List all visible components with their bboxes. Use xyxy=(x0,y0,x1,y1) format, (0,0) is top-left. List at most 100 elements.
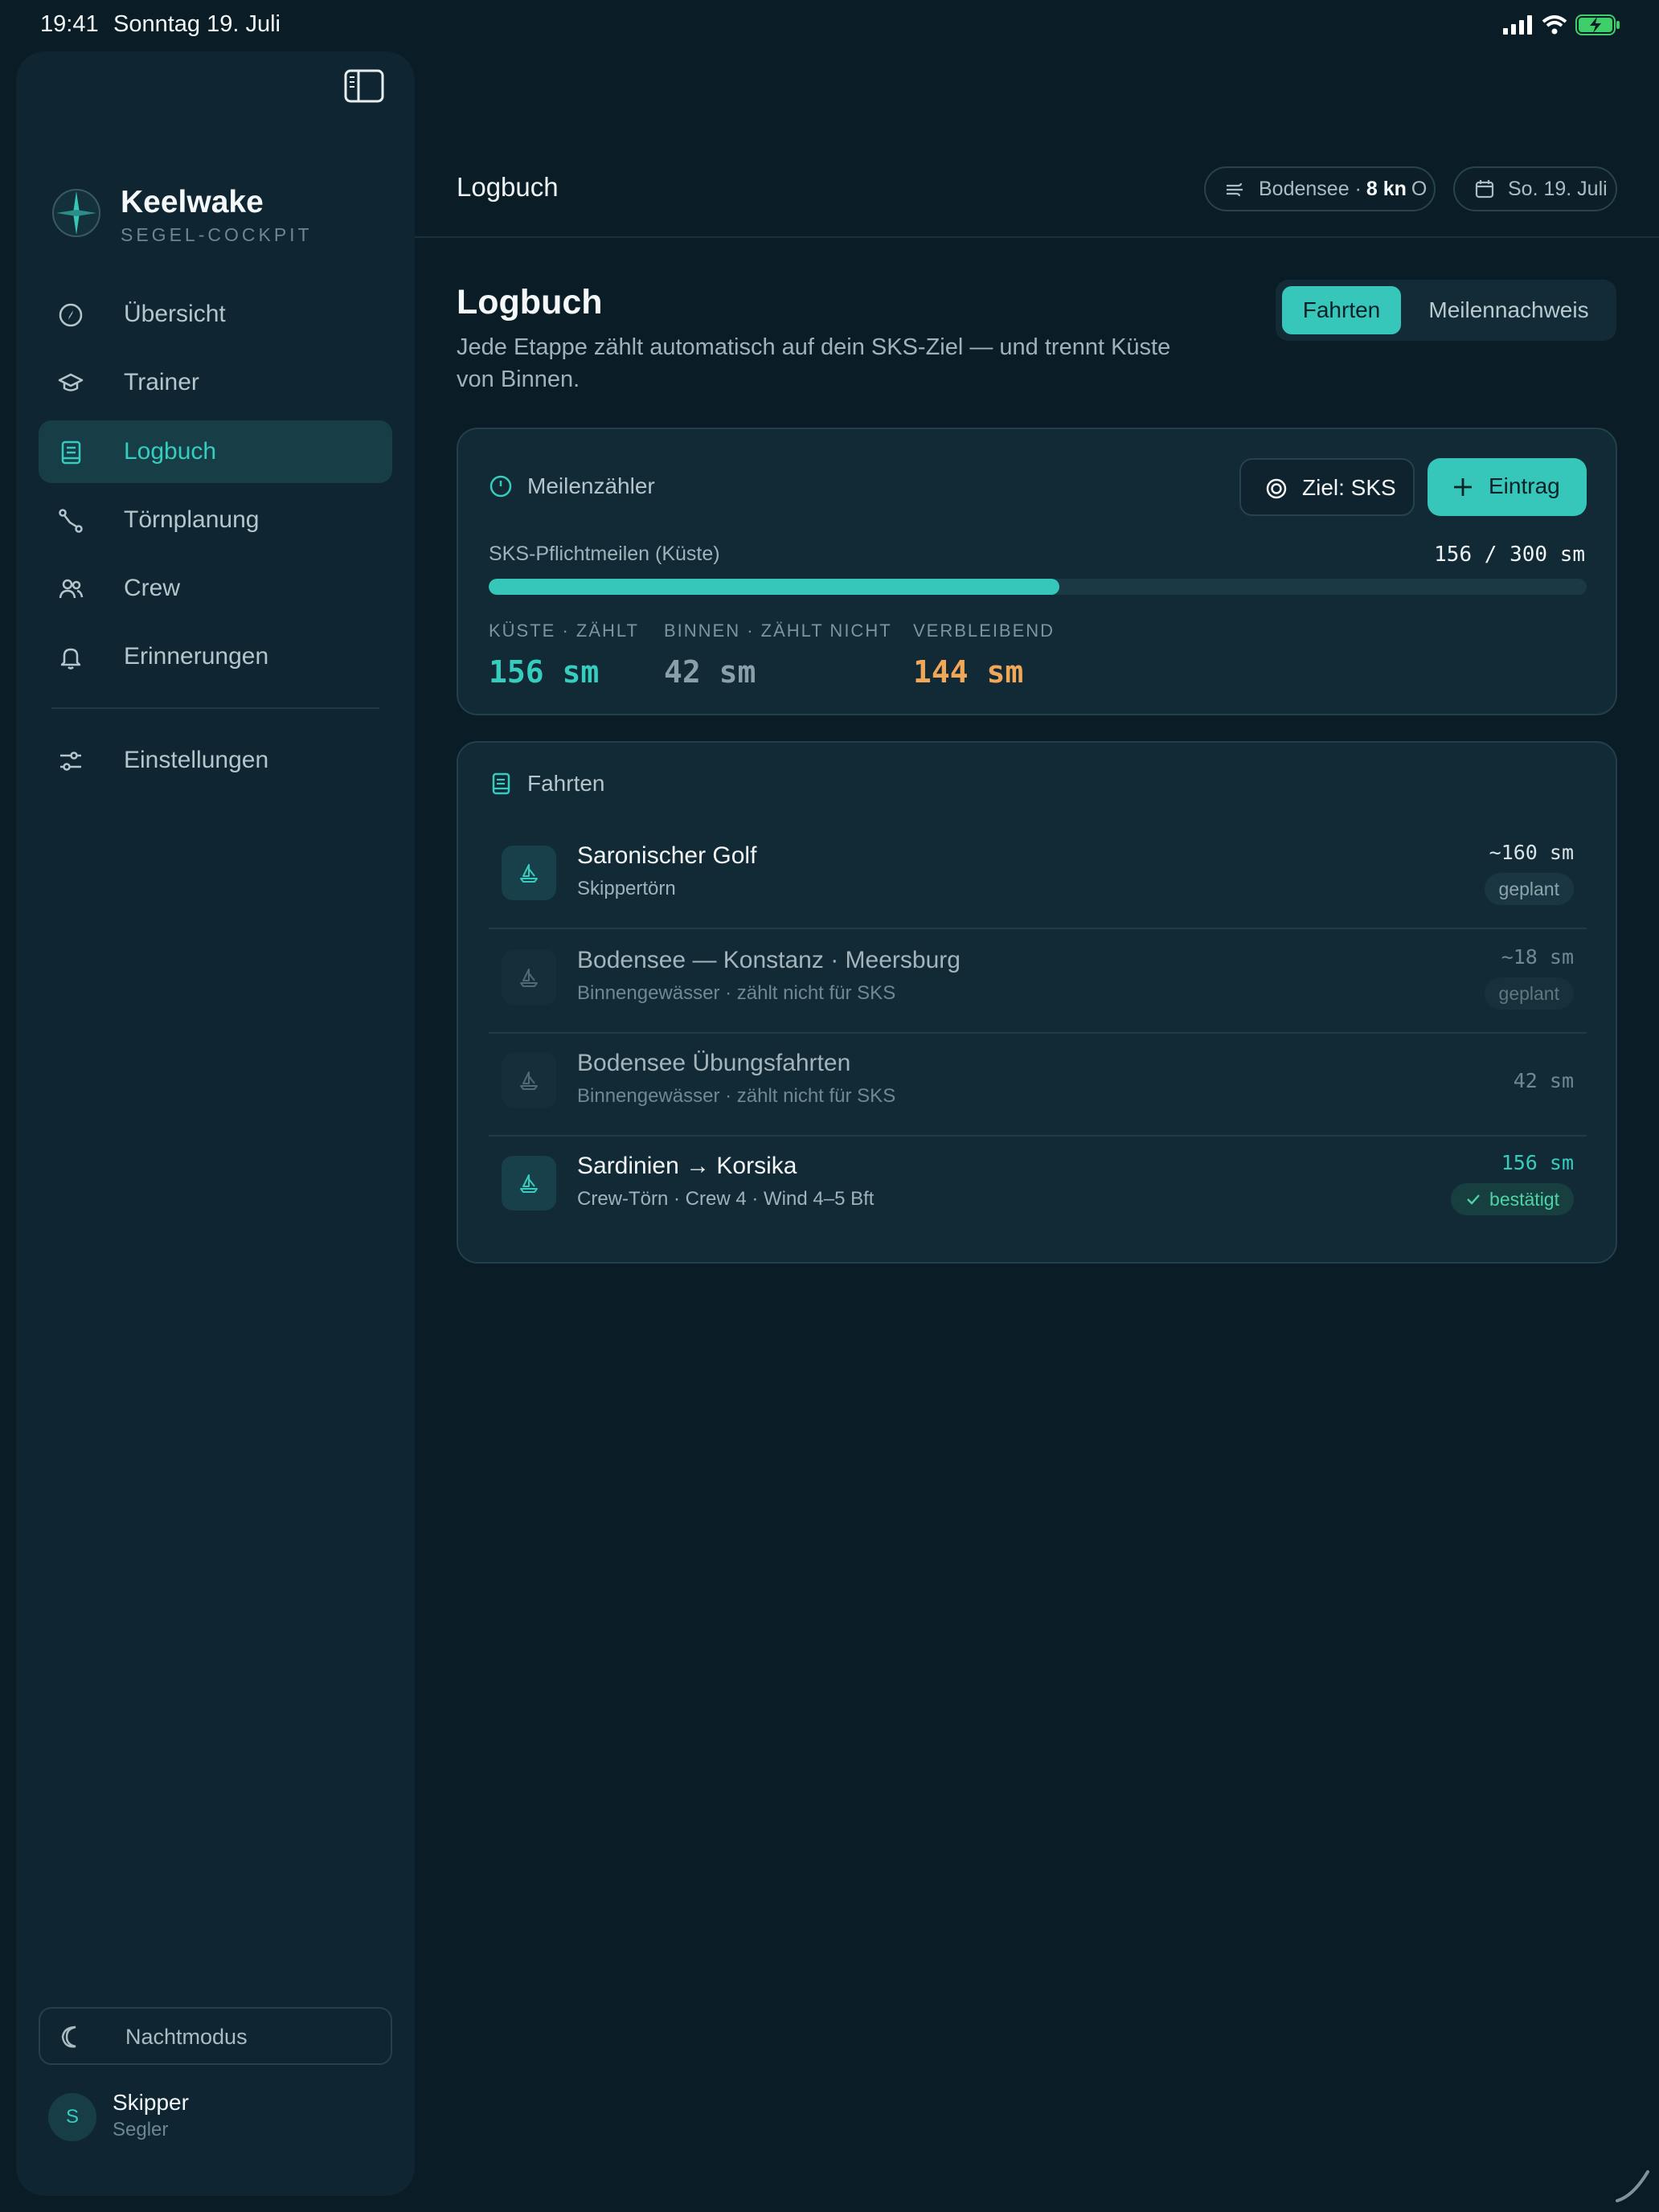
check-icon xyxy=(1467,1194,1480,1205)
tab-meilennachweis[interactable]: Meilennachweis xyxy=(1407,286,1610,334)
trip-icon-box xyxy=(502,846,556,900)
sidebar: Keelwake SEGEL-COCKPIT Übersicht Trainer… xyxy=(16,51,415,2196)
trips-card: Fahrten Saronischer Golf Skippertörn ~16… xyxy=(457,741,1617,1264)
progress-bar-fill xyxy=(489,579,1060,595)
page-title: Logbuch xyxy=(457,283,603,322)
target-icon xyxy=(1266,478,1287,499)
sidebar-item-label: Törnplanung xyxy=(124,506,260,533)
sidebar-item-label: Trainer xyxy=(124,369,199,395)
status-icons xyxy=(1503,14,1620,35)
brand-subtitle: SEGEL-COCKPIT xyxy=(121,224,313,245)
sidebar-item-einstellungen[interactable]: Einstellungen xyxy=(39,729,392,792)
route-icon xyxy=(59,509,83,533)
top-bar-title: Logbuch xyxy=(457,172,559,202)
sailboat-icon xyxy=(520,969,538,987)
avatar[interactable]: S xyxy=(48,2093,96,2141)
progress-label: SKS-Pflichtmeilen (Küste) xyxy=(489,543,720,565)
trip-title: Bodensee — Konstanz · Meersburg xyxy=(577,947,961,973)
battery-icon xyxy=(1575,14,1620,35)
sailboat-icon xyxy=(520,1174,538,1193)
trip-subtitle: Binnengewässer · zählt nicht für SKS xyxy=(577,1085,896,1107)
progress-bar xyxy=(489,579,1587,595)
users-icon xyxy=(59,579,84,599)
trip-icon-box xyxy=(502,950,556,1005)
status-badge-label: bestätigt xyxy=(1489,1189,1559,1210)
signal-icon xyxy=(1503,15,1532,35)
sidebar-item-toernplanung[interactable]: Törnplanung xyxy=(39,489,392,551)
sidebar-divider xyxy=(51,707,379,709)
mileage-counter-card: Meilenzähler Ziel: SKS Eintrag SKS-Pflic… xyxy=(457,428,1617,715)
sidebar-item-erinnerungen[interactable]: Erinnerungen xyxy=(39,625,392,688)
status-bar: 19:41 Sonntag 19. Juli xyxy=(0,0,1659,51)
trip-row[interactable]: Sardinien → Korsika Crew-Törn · Crew 4 ·… xyxy=(489,1137,1587,1239)
compass-icon xyxy=(59,303,83,327)
progress-value: 156 / 300 sm xyxy=(1434,543,1585,567)
card-title: Meilenzähler xyxy=(527,473,655,498)
trip-distance: 42 sm xyxy=(1513,1069,1574,1092)
trip-distance: ~160 sm xyxy=(1489,841,1574,864)
stat-binnen: BINNEN · ZÄHLT NICHT 42 sm xyxy=(664,621,892,690)
wind-icon xyxy=(1227,182,1243,197)
add-entry-button[interactable]: Eintrag xyxy=(1428,458,1587,516)
stat-label: VERBLEIBEND xyxy=(913,621,1055,641)
trip-row[interactable]: Bodensee — Konstanz · Meersburg Binnenge… xyxy=(489,931,1587,1034)
bell-icon xyxy=(60,648,81,670)
trip-subtitle: Skippertörn xyxy=(577,878,676,899)
brand-name: Keelwake xyxy=(121,185,264,219)
sidebar-item-label: Logbuch xyxy=(124,438,217,465)
status-badge: bestätigt xyxy=(1451,1183,1574,1215)
top-bar: Logbuch Bodensee · 8 kn O So. 19. Juli xyxy=(415,51,1659,238)
compass-rose-logo-icon xyxy=(52,189,100,237)
book-icon xyxy=(61,440,81,465)
stat-label: KÜSTE · ZÄHLT xyxy=(489,621,639,641)
user-name: Skipper xyxy=(113,2090,189,2115)
sidebar-item-crew[interactable]: Crew xyxy=(39,557,392,620)
gauge-icon xyxy=(490,475,512,498)
trip-title: Sardinien → Korsika xyxy=(577,1153,797,1179)
goal-button[interactable]: Ziel: SKS xyxy=(1239,458,1415,516)
weather-direction: O xyxy=(1411,177,1428,200)
sidebar-item-label: Erinnerungen xyxy=(124,643,269,670)
sliders-icon xyxy=(60,752,81,771)
weather-pill[interactable]: Bodensee · 8 kn O xyxy=(1204,166,1436,211)
add-entry-label: Eintrag xyxy=(1489,473,1560,498)
trip-icon-box xyxy=(502,1053,556,1108)
sidebar-item-trainer[interactable]: Trainer xyxy=(39,351,392,414)
sidebar-toggle-icon[interactable] xyxy=(344,69,384,103)
trip-row[interactable]: Bodensee Übungsfahrten Binnengewässer · … xyxy=(489,1034,1587,1137)
stat-value: 42 sm xyxy=(664,654,756,690)
stat-value: 156 sm xyxy=(489,654,600,690)
sidebar-item-label: Übersicht xyxy=(124,301,226,327)
tab-fahrten[interactable]: Fahrten xyxy=(1282,286,1401,334)
plus-icon xyxy=(1454,478,1472,496)
moon-icon xyxy=(61,2026,76,2048)
scroll-indicator-icon xyxy=(1616,2170,1649,2202)
graduation-cap-icon xyxy=(58,373,84,391)
book-icon xyxy=(492,772,510,795)
sidebar-item-label: Crew xyxy=(124,575,181,601)
stat-label: BINNEN · ZÄHLT NICHT xyxy=(664,621,892,641)
page-description: Jede Etappe zählt automatisch auf dein S… xyxy=(457,334,1171,392)
night-mode-button[interactable]: Nachtmodus xyxy=(39,2007,392,2065)
sidebar-item-uebersicht[interactable]: Übersicht xyxy=(39,283,392,346)
trip-title: Saronischer Golf xyxy=(577,842,757,869)
trip-subtitle: Crew-Törn · Crew 4 · Wind 4–5 Bft xyxy=(577,1188,875,1210)
trip-distance: ~18 sm xyxy=(1501,945,1574,969)
date-pill[interactable]: So. 19. Juli xyxy=(1453,166,1617,211)
night-mode-label: Nachtmodus xyxy=(125,2025,248,2049)
user-role: Segler xyxy=(113,2119,169,2140)
date-label: So. 19. Juli xyxy=(1508,177,1608,200)
status-time: 19:41 xyxy=(40,11,99,37)
trip-subtitle: Binnengewässer · zählt nicht für SKS xyxy=(577,982,896,1004)
sidebar-item-logbuch[interactable]: Logbuch xyxy=(39,420,392,483)
status-badge: geplant xyxy=(1484,873,1574,905)
goal-label: Ziel: SKS xyxy=(1302,475,1396,500)
trip-icon-box xyxy=(502,1156,556,1210)
weather-place: Bodensee · xyxy=(1259,177,1362,200)
trip-title: Bodensee Übungsfahrten xyxy=(577,1050,851,1076)
trip-row[interactable]: Saronischer Golf Skippertörn ~160 sm gep… xyxy=(489,826,1587,929)
stat-verbleibend: VERBLEIBEND 144 sm xyxy=(913,621,1055,690)
sidebar-item-label: Einstellungen xyxy=(124,747,269,773)
card-title: Fahrten xyxy=(527,771,605,796)
stat-kueste: KÜSTE · ZÄHLT 156 sm xyxy=(489,621,639,690)
